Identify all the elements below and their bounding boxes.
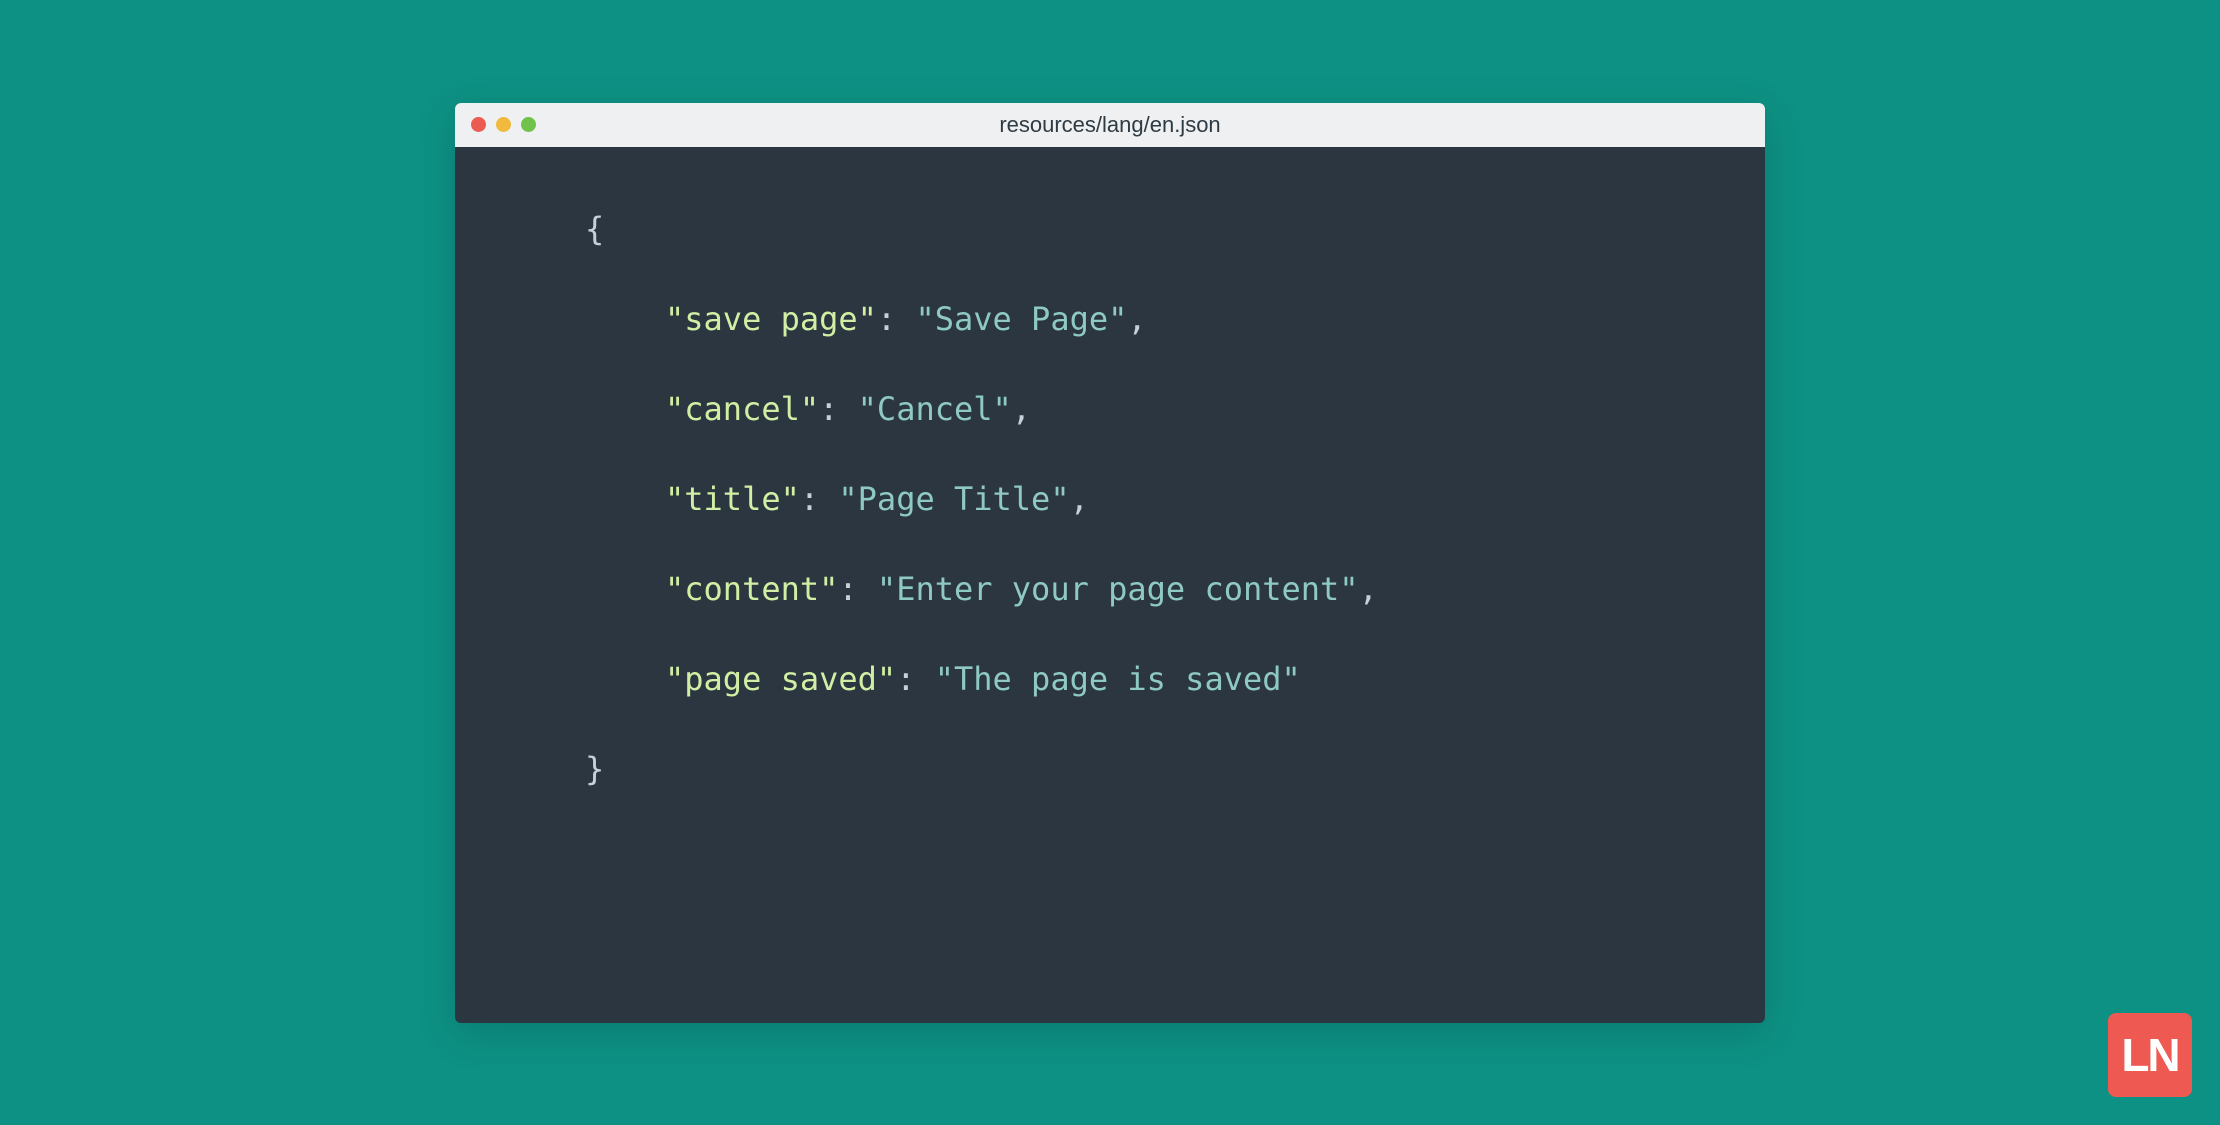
editor-window: resources/lang/en.json { "save page": "Sa… [455,103,1765,1023]
brace-close: } [585,750,604,788]
traffic-lights [471,117,536,132]
comma: , [1012,390,1031,428]
minimize-icon[interactable] [496,117,511,132]
json-key: "content" [665,570,838,608]
maximize-icon[interactable] [521,117,536,132]
logo-text: LN [2121,1028,2178,1082]
code-editor[interactable]: {"save page": "Save Page","cancel": "Can… [455,147,1765,851]
comma: , [1359,570,1378,608]
json-value: "Enter your page content" [877,570,1359,608]
json-key: "page saved" [665,660,896,698]
json-key: "save page" [665,300,877,338]
colon: : [896,660,935,698]
code-line: "title": "Page Title", [515,467,1705,531]
comma: , [1070,480,1089,518]
code-line: "content": "Enter your page content", [515,557,1705,621]
json-key: "cancel" [665,390,819,428]
brace-open: { [585,210,604,248]
comma: , [1127,300,1146,338]
colon: : [819,390,858,428]
close-icon[interactable] [471,117,486,132]
code-line: "save page": "Save Page", [515,287,1705,351]
json-key: "title" [665,480,800,518]
json-value: "Save Page" [915,300,1127,338]
window-title: resources/lang/en.json [455,112,1765,138]
json-value: "Cancel" [858,390,1012,428]
code-line: "cancel": "Cancel", [515,377,1705,441]
code-line: "page saved": "The page is saved" [515,647,1705,711]
json-value: "Page Title" [838,480,1069,518]
json-value: "The page is saved" [935,660,1301,698]
colon: : [838,570,877,608]
colon: : [877,300,916,338]
titlebar: resources/lang/en.json [455,103,1765,147]
ln-logo: LN [2108,1013,2192,1097]
colon: : [800,480,839,518]
